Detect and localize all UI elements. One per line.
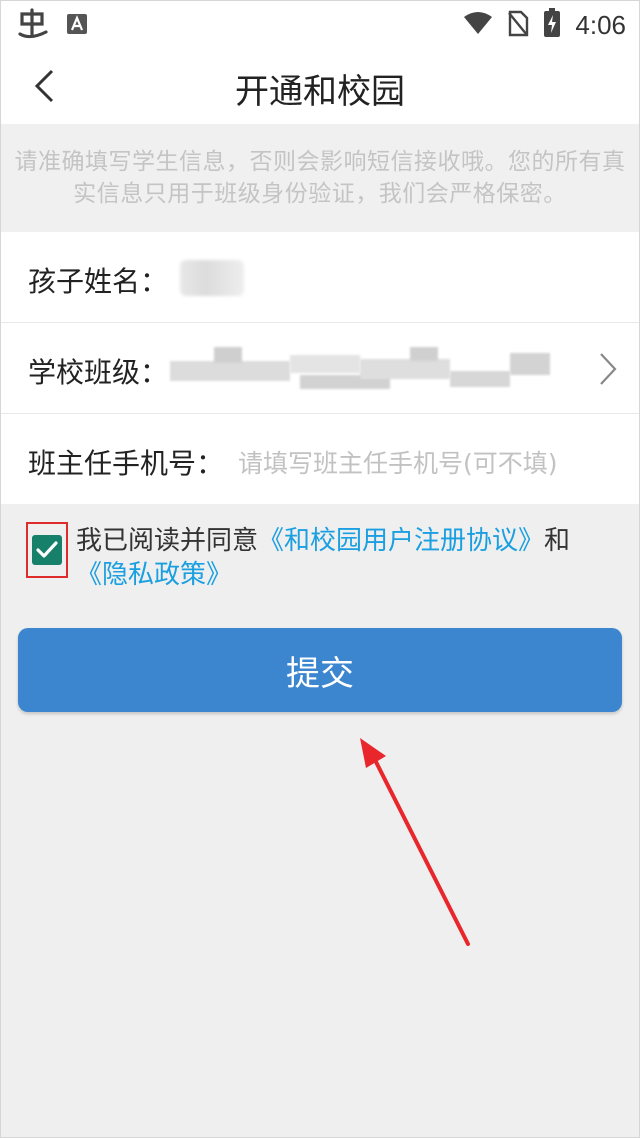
child-name-value-redacted bbox=[180, 260, 244, 296]
teacher-phone-input[interactable]: 请填写班主任手机号(可不填) bbox=[238, 444, 558, 480]
privacy-link[interactable]: 《隐私政策》 bbox=[76, 560, 232, 590]
teacher-phone-label: 班主任手机号： bbox=[28, 447, 225, 480]
agreement-checkbox[interactable] bbox=[26, 522, 68, 578]
submit-button[interactable]: 提交 bbox=[18, 628, 622, 712]
page-title: 开通和校园 bbox=[235, 72, 405, 112]
wifi-icon bbox=[463, 11, 493, 39]
app-logo-icon bbox=[16, 8, 50, 44]
checkbox-checked bbox=[32, 535, 62, 565]
agreement-text: 我已阅读并同意《和校园用户注册协议》和《隐私政策》 bbox=[76, 524, 626, 592]
red-arrow-annotation bbox=[360, 738, 470, 946]
school-class-label: 学校班级： bbox=[28, 356, 169, 389]
student-form: 孩子姓名： 学校班级： 班主任手机号： 请填写班主任手机号(可不填) bbox=[0, 232, 640, 504]
battery-charging-icon bbox=[543, 8, 561, 42]
teacher-phone-row: 班主任手机号： 请填写班主任手机号(可不填) bbox=[0, 414, 640, 504]
terms-link[interactable]: 《和校园用户注册协议》 bbox=[258, 526, 544, 556]
agreement-prefix: 我已阅读并同意 bbox=[76, 526, 259, 556]
notice-text: 请准确填写学生信息，否则会影响短信接收哦。您的所有真实信息只用于班级身份验证，我… bbox=[14, 149, 626, 207]
child-name-label: 孩子姓名： bbox=[28, 265, 169, 298]
status-bar: 4:06 bbox=[0, 0, 640, 48]
no-sim-icon bbox=[507, 9, 529, 41]
a-notification-icon bbox=[66, 13, 88, 39]
chevron-right-icon bbox=[598, 351, 618, 391]
nav-bar: 开通和校园 bbox=[0, 48, 640, 124]
agreement-conjunction: 和 bbox=[544, 526, 571, 556]
info-notice: 请准确填写学生信息，否则会影响短信接收哦。您的所有真实信息只用于班级身份验证，我… bbox=[0, 124, 640, 232]
check-icon bbox=[36, 541, 58, 558]
school-class-row[interactable]: 学校班级： bbox=[0, 323, 640, 414]
school-class-value-redacted bbox=[170, 345, 550, 393]
status-time: 4:06 bbox=[575, 9, 626, 40]
child-name-row[interactable]: 孩子姓名： bbox=[0, 232, 640, 323]
